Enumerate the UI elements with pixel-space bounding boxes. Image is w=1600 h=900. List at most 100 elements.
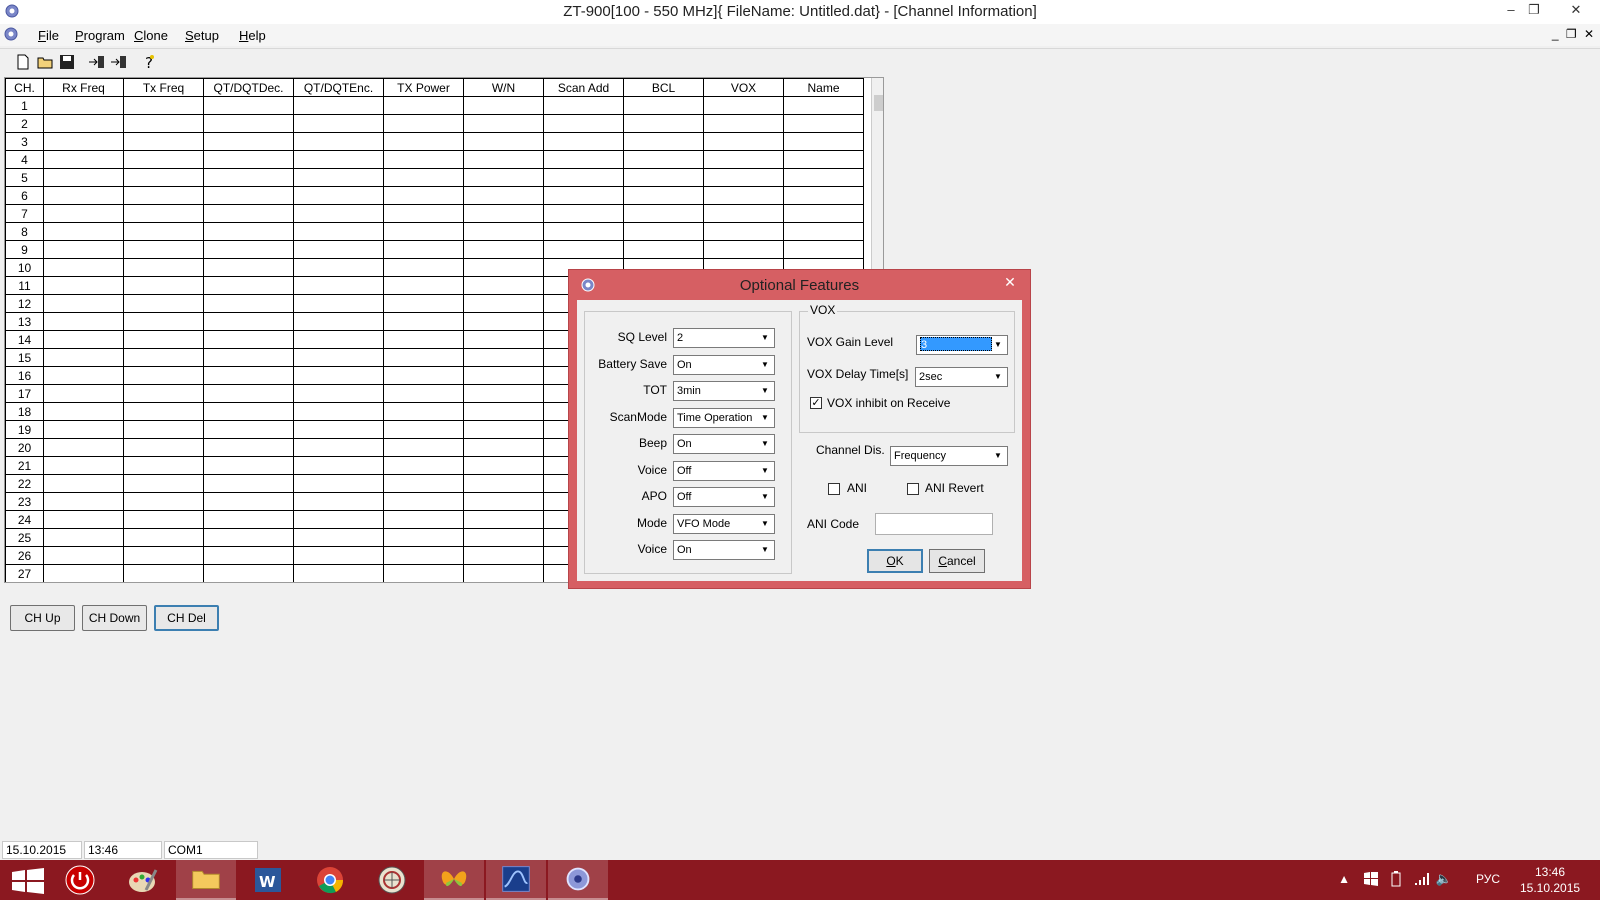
dialog-close-button[interactable]: ✕ (996, 272, 1024, 292)
menu-setup[interactable]: Setup (185, 28, 219, 43)
table-cell[interactable] (203, 402, 294, 421)
table-cell[interactable] (123, 132, 204, 151)
table-cell[interactable] (463, 186, 544, 205)
channel-number-cell[interactable]: 12 (5, 294, 44, 313)
table-cell[interactable] (293, 294, 384, 313)
table-cell[interactable] (43, 312, 124, 331)
table-cell[interactable] (293, 438, 384, 457)
table-cell[interactable] (203, 150, 294, 169)
channel-number-cell[interactable]: 6 (5, 186, 44, 205)
table-cell[interactable] (293, 168, 384, 187)
table-cell[interactable] (293, 348, 384, 367)
table-cell[interactable] (783, 150, 864, 169)
channel-number-cell[interactable]: 3 (5, 132, 44, 151)
table-cell[interactable] (463, 348, 544, 367)
ani-code-input[interactable] (875, 513, 993, 535)
help-icon[interactable]: ? (140, 53, 158, 71)
table-cell[interactable] (123, 258, 204, 277)
table-cell[interactable] (43, 366, 124, 385)
table-cell[interactable] (43, 546, 124, 565)
table-cell[interactable] (623, 96, 704, 115)
chevron-down-icon[interactable]: ▼ (757, 489, 773, 505)
chevron-down-icon[interactable]: ▼ (757, 542, 773, 558)
table-cell[interactable] (543, 132, 624, 151)
table-cell[interactable] (463, 384, 544, 403)
table-cell[interactable] (43, 492, 124, 511)
open-folder-icon[interactable] (36, 53, 54, 71)
table-cell[interactable] (293, 186, 384, 205)
sq-level-select[interactable]: 2 ▼ (673, 328, 775, 348)
ok-button[interactable]: OK (867, 549, 923, 573)
table-cell[interactable] (203, 114, 294, 133)
table-cell[interactable] (293, 96, 384, 115)
table-cell[interactable] (43, 384, 124, 403)
ch-del-button[interactable]: CH Del (154, 605, 219, 631)
chevron-down-icon[interactable]: ▼ (757, 463, 773, 479)
table-cell[interactable] (623, 150, 704, 169)
table-cell[interactable] (783, 222, 864, 241)
table-row[interactable]: 5 (5, 168, 864, 187)
chevron-down-icon[interactable]: ▼ (757, 383, 773, 399)
table-cell[interactable] (383, 420, 464, 439)
table-cell[interactable] (43, 186, 124, 205)
table-cell[interactable] (293, 240, 384, 259)
table-cell[interactable] (543, 168, 624, 187)
channel-number-cell[interactable]: 13 (5, 312, 44, 331)
table-cell[interactable] (43, 420, 124, 439)
table-cell[interactable] (383, 96, 464, 115)
table-cell[interactable] (203, 420, 294, 439)
table-cell[interactable] (293, 204, 384, 223)
table-cell[interactable] (543, 96, 624, 115)
table-cell[interactable] (203, 438, 294, 457)
volume-icon[interactable]: 🔈 (1436, 871, 1452, 887)
windows-flag-icon[interactable] (1364, 872, 1378, 886)
chevron-down-icon[interactable]: ▼ (757, 357, 773, 373)
save-icon[interactable] (58, 53, 76, 71)
table-cell[interactable] (123, 420, 204, 439)
table-cell[interactable] (383, 186, 464, 205)
table-cell[interactable] (463, 222, 544, 241)
table-row[interactable]: 1 (5, 96, 864, 115)
column-header[interactable]: Scan Add (543, 78, 624, 97)
table-cell[interactable] (123, 528, 204, 547)
table-cell[interactable] (383, 366, 464, 385)
table-cell[interactable] (43, 456, 124, 475)
table-cell[interactable] (293, 150, 384, 169)
chevron-down-icon[interactable]: ▼ (757, 410, 773, 426)
table-cell[interactable] (293, 492, 384, 511)
chevron-down-icon[interactable]: ▼ (990, 337, 1006, 353)
table-cell[interactable] (623, 132, 704, 151)
table-cell[interactable] (463, 168, 544, 187)
table-cell[interactable] (123, 330, 204, 349)
table-cell[interactable] (203, 276, 294, 295)
voice-2-select[interactable]: On ▼ (673, 540, 775, 560)
table-cell[interactable] (43, 528, 124, 547)
table-cell[interactable] (703, 240, 784, 259)
channel-number-cell[interactable]: 27 (5, 564, 44, 582)
table-cell[interactable] (203, 564, 294, 582)
table-cell[interactable] (463, 312, 544, 331)
channel-number-cell[interactable]: 14 (5, 330, 44, 349)
table-cell[interactable] (463, 366, 544, 385)
table-row[interactable]: 3 (5, 132, 864, 151)
table-cell[interactable] (383, 402, 464, 421)
table-cell[interactable] (43, 438, 124, 457)
mdi-gear-icon[interactable] (3, 26, 19, 42)
table-cell[interactable] (123, 276, 204, 295)
table-cell[interactable] (43, 132, 124, 151)
table-cell[interactable] (293, 276, 384, 295)
taskbar-clock[interactable]: 13:46 15.10.2015 (1520, 864, 1580, 896)
beep-select[interactable]: On ▼ (673, 434, 775, 454)
table-cell[interactable] (293, 456, 384, 475)
table-cell[interactable] (123, 384, 204, 403)
table-row[interactable]: 6 (5, 186, 864, 205)
table-cell[interactable] (463, 114, 544, 133)
table-cell[interactable] (123, 168, 204, 187)
table-cell[interactable] (703, 114, 784, 133)
column-header[interactable]: BCL (623, 78, 704, 97)
vox-delay-time-select[interactable]: 2sec ▼ (915, 367, 1008, 387)
column-header[interactable]: QT/DQTDec. (203, 78, 294, 97)
table-cell[interactable] (203, 204, 294, 223)
table-cell[interactable] (383, 150, 464, 169)
table-cell[interactable] (383, 348, 464, 367)
